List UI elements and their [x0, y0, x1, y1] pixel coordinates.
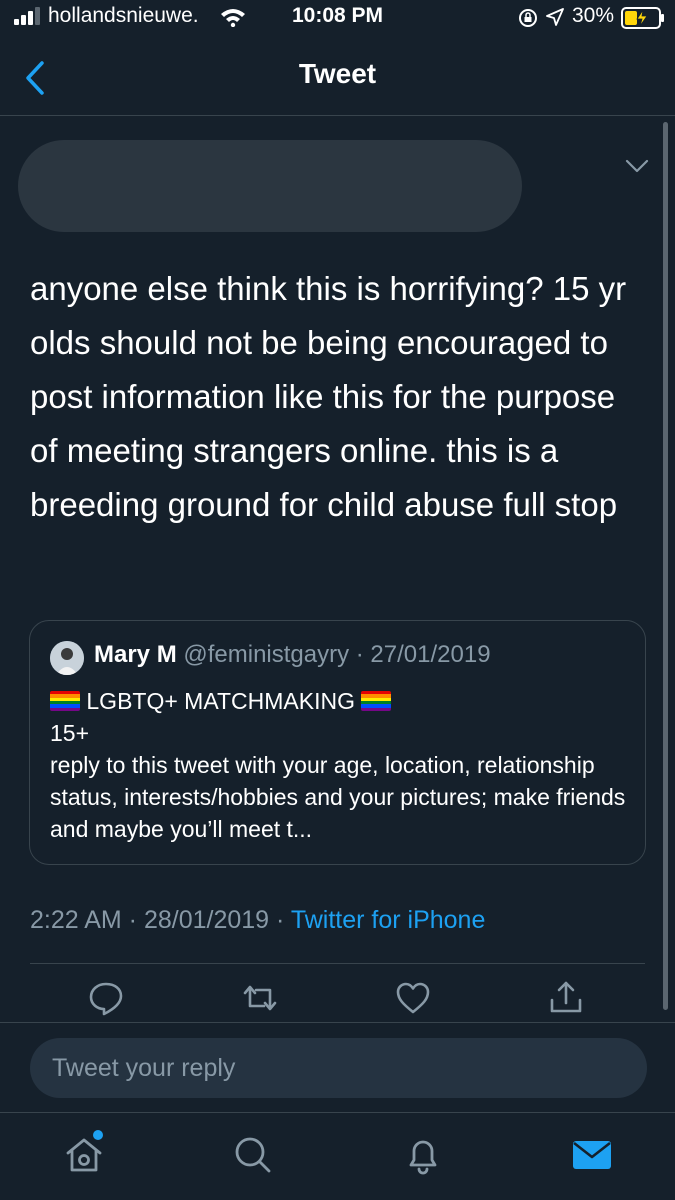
rainbow-flag-icon [361, 691, 392, 711]
rainbow-flag-icon [50, 691, 80, 711]
reply-input[interactable] [30, 1038, 647, 1098]
reply-icon[interactable] [88, 980, 124, 1016]
retweet-icon[interactable] [242, 980, 278, 1016]
divider [30, 963, 645, 964]
quoted-author-handle-date: @feministgayry · 27/01/2019 [183, 641, 491, 668]
quoted-tweet-text: reply to this tweet with your age, locat… [50, 752, 626, 842]
avatar [50, 641, 84, 675]
notifications-icon[interactable] [401, 1133, 445, 1177]
share-icon[interactable] [548, 980, 584, 1016]
tweet-text: anyone else think this is horrifying? 15… [30, 270, 627, 523]
reply-composer [0, 1022, 675, 1112]
location-arrow-icon [546, 8, 564, 26]
tweet-timestamp: 2:22 AM · 28/01/2019 · [30, 906, 291, 934]
quoted-tweet-age: 15+ [50, 720, 90, 746]
like-icon[interactable] [395, 980, 431, 1016]
tab-bar [0, 1112, 675, 1200]
tweet-meta: 2:22 AM · 28/01/2019 · Twitter for iPhon… [30, 906, 485, 935]
chevron-down-icon[interactable] [624, 157, 650, 175]
new-content-dot [93, 1130, 103, 1140]
status-bar: hollandsnieuwe. 10:08 PM 30% [0, 0, 675, 40]
quoted-tweet-title: LGBTQ+ MATCHMAKING [80, 688, 362, 714]
rotation-lock-icon [519, 9, 537, 27]
redacted-author-info [18, 140, 522, 232]
battery-percentage: 30% [572, 4, 615, 27]
quoted-tweet-header: Mary M @feministgayry · 27/01/2019 [94, 641, 491, 669]
navigation-header: Tweet [0, 40, 675, 116]
quoted-tweet[interactable]: Mary M @feministgayry · 27/01/2019 LGBTQ… [29, 620, 646, 865]
scrollbar[interactable] [663, 122, 668, 1010]
tweet-source-link[interactable]: Twitter for iPhone [291, 906, 486, 934]
messages-icon[interactable] [570, 1133, 614, 1177]
quoted-author-name: Mary M [94, 641, 177, 668]
page-title: Tweet [298, 58, 377, 89]
quoted-tweet-body: LGBTQ+ MATCHMAKING 15+ reply to this twe… [50, 685, 630, 845]
quoted-tweet-title-line: LGBTQ+ MATCHMAKING [50, 685, 630, 717]
search-icon[interactable] [231, 1133, 275, 1177]
battery-charging-icon [621, 7, 664, 29]
